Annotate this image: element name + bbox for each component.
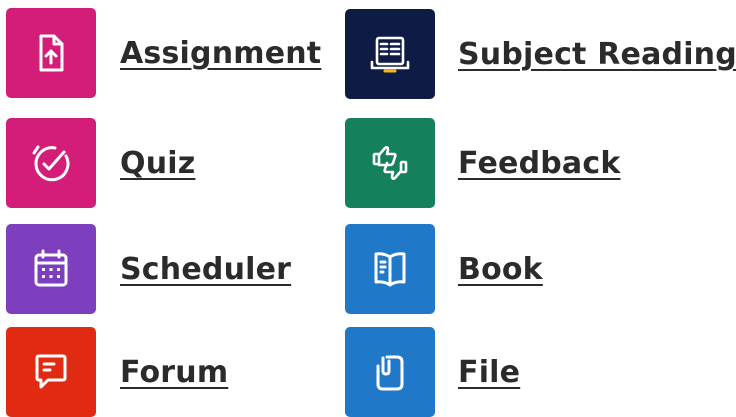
quiz-icon [32, 145, 70, 182]
feedback-label[interactable]: Feedback [458, 146, 621, 181]
assignment-icon [39, 34, 64, 72]
quiz-label[interactable]: Quiz [120, 146, 195, 181]
forum-icon [35, 354, 67, 389]
activity-link-book[interactable]: Book [345, 224, 543, 314]
book-tile[interactable] [345, 224, 435, 314]
quiz-tile[interactable] [6, 118, 96, 208]
activity-link-file[interactable]: File [345, 327, 520, 417]
file-label[interactable]: File [458, 355, 520, 390]
readings-icon [370, 36, 410, 73]
feedback-tile[interactable] [345, 118, 435, 208]
forum-label[interactable]: Forum [120, 355, 228, 390]
subject-readings-label[interactable]: Subject Readings [458, 37, 736, 72]
activity-link-forum[interactable]: Forum [6, 327, 228, 417]
file-icon [376, 355, 404, 391]
calendar-icon [34, 249, 68, 287]
activity-link-assignment[interactable]: Assignment [6, 8, 321, 98]
assignment-label[interactable]: Assignment [120, 36, 321, 71]
file-tile[interactable] [345, 327, 435, 417]
subject-readings-tile[interactable] [345, 9, 435, 99]
feedback-icon [372, 146, 408, 180]
activity-link-scheduler[interactable]: Scheduler [6, 224, 291, 314]
activity-link-subject-readings[interactable]: Subject Readings [345, 9, 736, 99]
activity-link-feedback[interactable]: Feedback [345, 118, 621, 208]
scheduler-tile[interactable] [6, 224, 96, 314]
activity-link-quiz[interactable]: Quiz [6, 118, 195, 208]
assignment-tile[interactable] [6, 8, 96, 98]
book-icon [374, 252, 406, 287]
forum-tile[interactable] [6, 327, 96, 417]
scheduler-label[interactable]: Scheduler [120, 252, 291, 287]
book-label[interactable]: Book [458, 252, 543, 287]
